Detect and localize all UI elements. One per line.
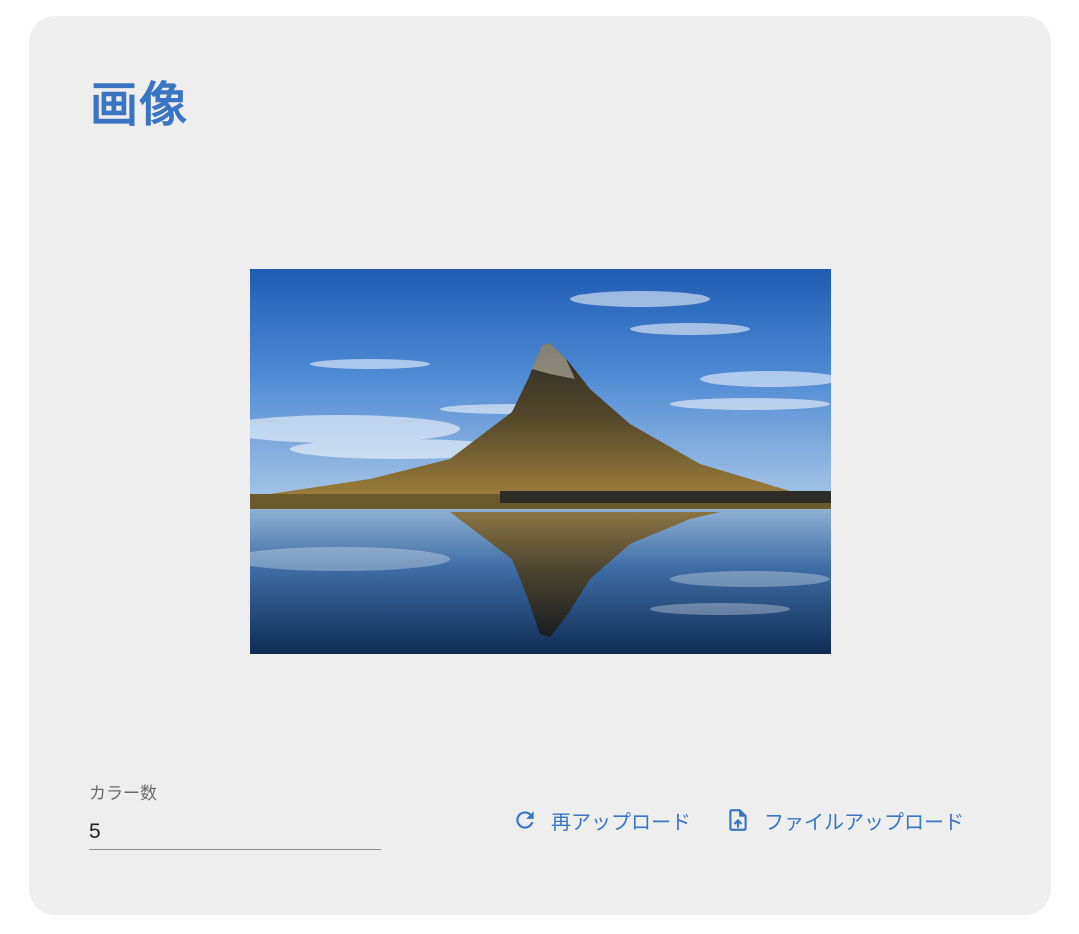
reupload-label: 再アップロード: [551, 809, 691, 834]
file-upload-icon: [724, 806, 752, 834]
card-title: 画像: [90, 77, 189, 133]
reupload-button[interactable]: 再アップロード: [511, 800, 691, 840]
refresh-icon: [511, 806, 539, 834]
color-count-label: カラー数: [89, 784, 157, 804]
color-count-field: カラー数: [89, 782, 381, 856]
file-upload-label: ファイルアップロード: [764, 809, 964, 834]
preview-image: [250, 269, 831, 654]
color-count-input[interactable]: [89, 815, 381, 850]
file-upload-button[interactable]: ファイルアップロード: [724, 800, 964, 840]
image-card: 画像 カラー数 5 再アップロード ファイルアップロード: [29, 16, 1051, 915]
